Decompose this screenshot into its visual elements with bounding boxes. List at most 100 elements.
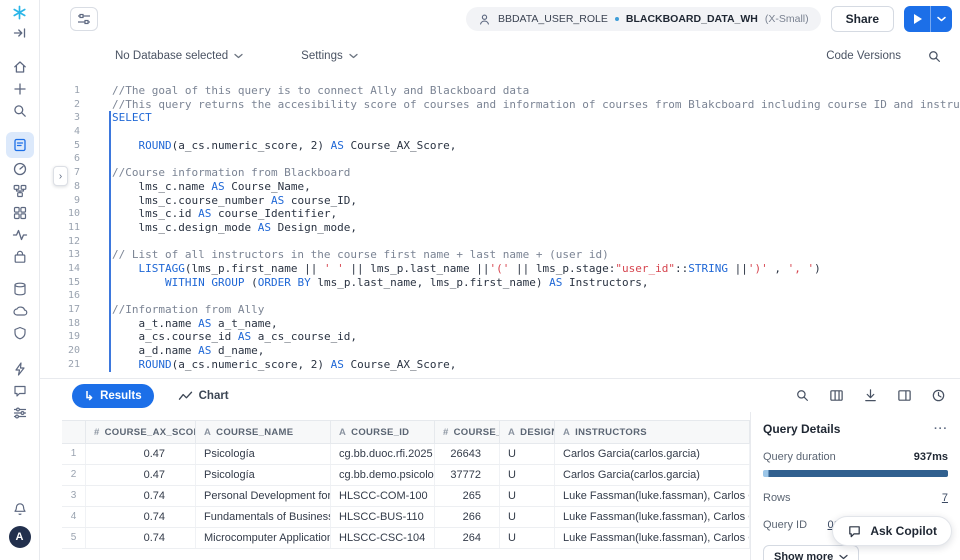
- user-avatar[interactable]: A: [9, 526, 31, 548]
- code-line[interactable]: 18 a_t.name AS a_t_name,: [40, 317, 960, 331]
- table-cell[interactable]: Personal Development for Col: [196, 486, 331, 506]
- table-cell[interactable]: 0.74: [86, 528, 196, 548]
- table-cell[interactable]: Luke Fassman(luke.fassman), Carlos Garci…: [555, 507, 750, 527]
- table-cell[interactable]: 264: [435, 528, 500, 548]
- table-cell[interactable]: cg.bb.demo.psicologia: [331, 465, 435, 485]
- governance-icon[interactable]: [6, 322, 34, 344]
- search-results-icon[interactable]: [795, 388, 810, 403]
- table-cell[interactable]: 0.47: [86, 465, 196, 485]
- run-query-button[interactable]: [904, 6, 930, 32]
- column-header[interactable]: AINSTRUCTORS: [555, 421, 750, 443]
- table-row[interactable]: 10.47Psicologíacg.bb.duoc.rfi.202526643U…: [62, 444, 750, 465]
- column-header[interactable]: ACOURSE_ID: [331, 421, 435, 443]
- table-row[interactable]: 50.74Microcomputer ApplicationsHLSCC-CSC…: [62, 528, 750, 549]
- code-line[interactable]: 16: [40, 289, 960, 303]
- context-selector[interactable]: BBDATA_USER_ROLE BLACKBOARD_DATA_WH (X-S…: [466, 7, 821, 31]
- code-line[interactable]: 15 WITHIN GROUP (ORDER BY lms_p.last_nam…: [40, 276, 960, 290]
- database-selector[interactable]: No Database selected: [115, 50, 243, 62]
- table-cell[interactable]: U: [500, 486, 555, 506]
- column-header[interactable]: #COURSE_AX_SCOR: [86, 421, 196, 443]
- apps-icon[interactable]: [6, 202, 34, 224]
- code-line[interactable]: 4: [40, 125, 960, 139]
- worksheets-icon[interactable]: [6, 132, 34, 158]
- code-line[interactable]: 14 LISTAGG(lms_p.first_name || ' ' || lm…: [40, 262, 960, 276]
- table-cell[interactable]: cg.bb.duoc.rfi.2025: [331, 444, 435, 464]
- table-cell[interactable]: Psicología: [196, 444, 331, 464]
- table-cell[interactable]: 26643: [435, 444, 500, 464]
- data-icon[interactable]: [6, 278, 34, 300]
- share-button[interactable]: Share: [831, 6, 894, 32]
- code-line[interactable]: 6: [40, 152, 960, 166]
- tab-chart[interactable]: Chart: [178, 389, 229, 402]
- table-cell[interactable]: Carlos Garcia(carlos.garcia): [555, 444, 750, 464]
- settings-dropdown[interactable]: Settings: [301, 50, 358, 62]
- notifications-icon[interactable]: [6, 498, 34, 520]
- table-cell[interactable]: Fundamentals of Business: [196, 507, 331, 527]
- snowflake-logo[interactable]: [6, 2, 34, 22]
- code-line[interactable]: 12: [40, 235, 960, 249]
- table-cell[interactable]: HLSCC-CSC-104: [331, 528, 435, 548]
- column-header[interactable]: #COURSE_I: [435, 421, 500, 443]
- code-line[interactable]: 2//This query returns the accesibility s…: [40, 98, 960, 112]
- panel-expand-handle[interactable]: ›: [53, 166, 68, 186]
- ask-copilot-button[interactable]: Ask Copilot: [832, 516, 952, 546]
- automation-icon[interactable]: [6, 358, 34, 380]
- worksheet-flow-button[interactable]: [70, 7, 98, 31]
- admin-icon[interactable]: [6, 402, 34, 424]
- code-line[interactable]: 13// List of all instructors in the cour…: [40, 248, 960, 262]
- table-cell[interactable]: 265: [435, 486, 500, 506]
- code-line[interactable]: 5 ROUND(a_cs.numeric_score, 2) AS Course…: [40, 139, 960, 153]
- dashboards-icon[interactable]: [6, 158, 34, 180]
- table-cell[interactable]: HLSCC-BUS-110: [331, 507, 435, 527]
- table-row[interactable]: 20.47Psicologíacg.bb.demo.psicologia3777…: [62, 465, 750, 486]
- table-cell[interactable]: U: [500, 444, 555, 464]
- column-header[interactable]: ADESIGN_: [500, 421, 555, 443]
- table-row[interactable]: 30.74Personal Development for ColHLSCC-C…: [62, 486, 750, 507]
- table-cell[interactable]: Microcomputer Applications: [196, 528, 331, 548]
- code-editor[interactable]: 1//The goal of this query is to connect …: [40, 74, 960, 378]
- code-line[interactable]: 9 lms_c.course_number AS course_ID,: [40, 194, 960, 208]
- run-options-button[interactable]: [930, 6, 952, 32]
- split-view-icon[interactable]: [897, 388, 912, 403]
- more-options-icon[interactable]: ···: [934, 423, 948, 435]
- code-line[interactable]: 1//The goal of this query is to connect …: [40, 84, 960, 98]
- table-cell[interactable]: 0.74: [86, 507, 196, 527]
- table-cell[interactable]: 0.74: [86, 486, 196, 506]
- table-cell[interactable]: U: [500, 528, 555, 548]
- code-line[interactable]: 10 lms_c.id AS course_Identifier,: [40, 207, 960, 221]
- editor-search-icon[interactable]: [927, 49, 942, 64]
- code-line[interactable]: 19 a_cs.course_id AS a_cs_course_id,: [40, 330, 960, 344]
- table-cell[interactable]: Luke Fassman(luke.fassman), Carlos Garci…: [555, 528, 750, 548]
- table-cell[interactable]: Luke Fassman(luke.fassman), Carlos Garci…: [555, 486, 750, 506]
- code-line[interactable]: 3SELECT: [40, 111, 960, 125]
- ingestion-icon[interactable]: [6, 300, 34, 322]
- show-more-button[interactable]: Show more: [763, 545, 859, 560]
- tab-results[interactable]: ↳ Results: [72, 384, 154, 408]
- table-cell[interactable]: U: [500, 465, 555, 485]
- code-line[interactable]: 11 lms_c.design_mode AS Design_mode,: [40, 221, 960, 235]
- create-icon[interactable]: [6, 78, 34, 100]
- table-cell[interactable]: 0.47: [86, 444, 196, 464]
- table-cell[interactable]: Psicología: [196, 465, 331, 485]
- activity-icon[interactable]: [6, 224, 34, 246]
- search-icon[interactable]: [6, 100, 34, 122]
- table-cell[interactable]: 266: [435, 507, 500, 527]
- rows-count-link[interactable]: 7: [942, 492, 948, 504]
- column-header[interactable]: ACOURSE_NAME: [196, 421, 331, 443]
- table-row[interactable]: 40.74Fundamentals of BusinessHLSCC-BUS-1…: [62, 507, 750, 528]
- code-line[interactable]: 20 a_d.name AS d_name,: [40, 344, 960, 358]
- table-cell[interactable]: 37772: [435, 465, 500, 485]
- code-line[interactable]: 17//Information from Ally: [40, 303, 960, 317]
- home-icon[interactable]: [6, 56, 34, 78]
- code-line[interactable]: 8 lms_c.name AS Course_Name,: [40, 180, 960, 194]
- code-versions-link[interactable]: Code Versions: [826, 50, 901, 62]
- databases-icon[interactable]: [6, 180, 34, 202]
- code-line[interactable]: 21 ROUND(a_cs.numeric_score, 2) AS Cours…: [40, 358, 960, 372]
- history-icon[interactable]: [931, 388, 946, 403]
- download-icon[interactable]: [863, 388, 878, 403]
- table-cell[interactable]: U: [500, 507, 555, 527]
- collapse-sidebar-icon[interactable]: [6, 22, 34, 44]
- table-cell[interactable]: HLSCC-COM-100: [331, 486, 435, 506]
- copilot-sidebar-icon[interactable]: [6, 380, 34, 402]
- columns-icon[interactable]: [829, 388, 844, 403]
